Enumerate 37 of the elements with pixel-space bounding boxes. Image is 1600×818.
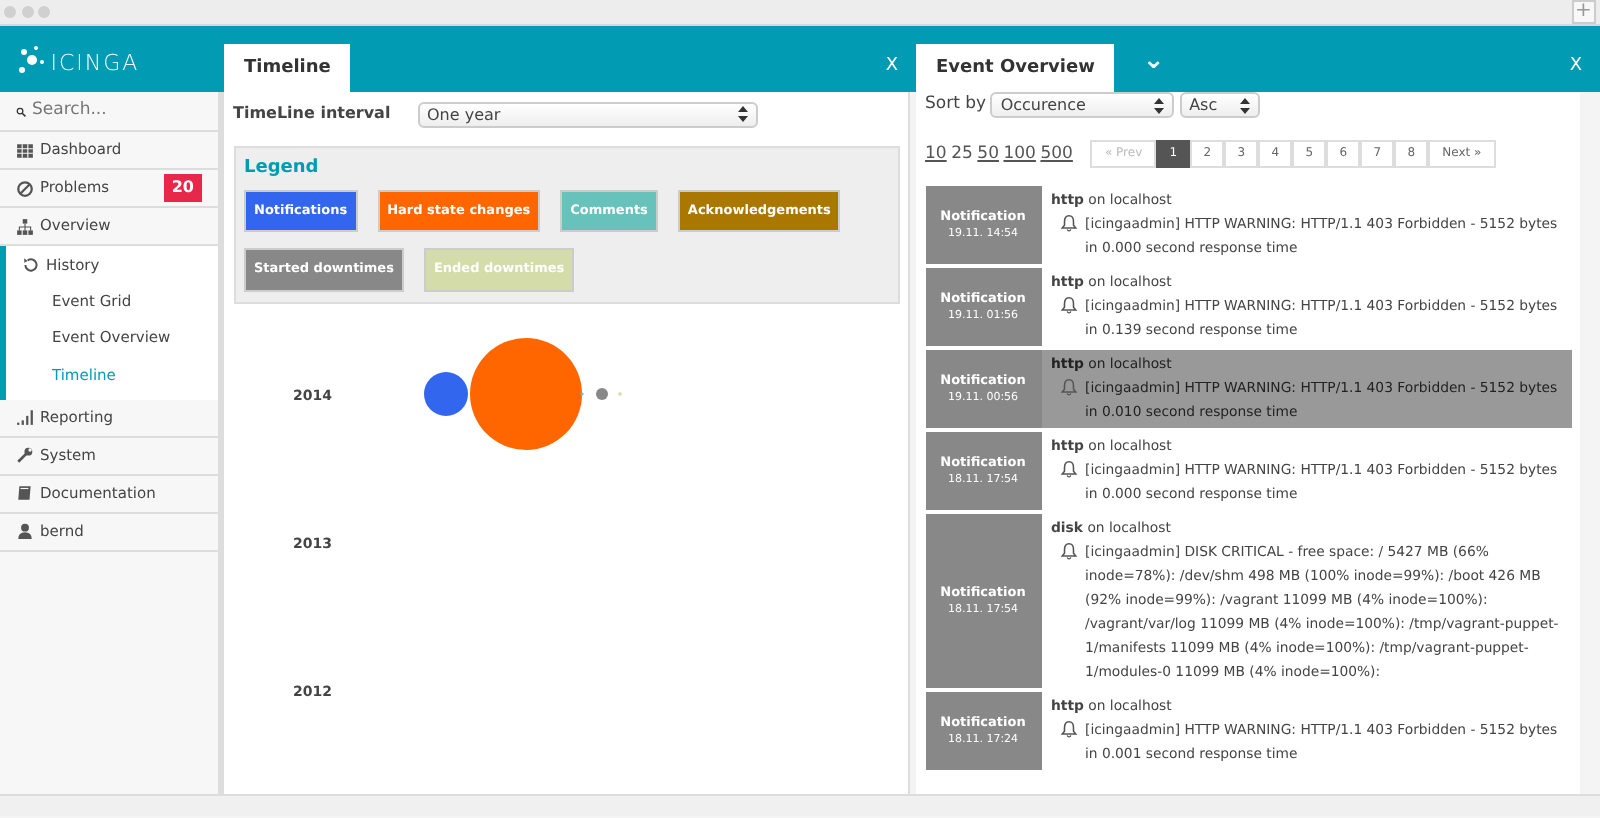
tab[interactable]: Timeline <box>224 44 351 92</box>
book-icon <box>16 484 34 503</box>
history-icon <box>22 256 40 274</box>
grid-icon <box>16 141 34 159</box>
bell-icon <box>1059 720 1077 738</box>
stepper-icon <box>1239 97 1250 113</box>
wrench-icon <box>16 446 34 465</box>
logo-icon <box>18 43 46 75</box>
count-badge: 20 <box>163 174 202 202</box>
page-size-link[interactable]: 50 <box>977 141 999 167</box>
page-size-link[interactable]: 25 <box>951 141 973 167</box>
logo-text: icinga <box>50 37 140 81</box>
stepper-icon <box>737 106 747 122</box>
bell-icon <box>1059 296 1077 314</box>
user-icon <box>16 522 34 541</box>
page-size-link[interactable]: 10 <box>925 141 947 167</box>
window-control-dot[interactable] <box>21 6 33 18</box>
field-label: TimeLine interval <box>233 102 393 126</box>
sitemap-icon <box>16 217 34 235</box>
search-field[interactable]: Search... <box>32 98 202 124</box>
bell-icon <box>1059 542 1077 560</box>
legend-title: Legend <box>244 156 321 182</box>
interval-select[interactable]: One year <box>417 101 757 127</box>
field-label: Sort by <box>925 92 987 118</box>
tab[interactable]: Event Overview <box>916 44 1115 92</box>
bell-icon <box>1059 378 1077 396</box>
order-select[interactable]: Asc <box>1179 92 1260 118</box>
sort-select[interactable]: Occurence <box>990 92 1175 118</box>
page-size-link[interactable]: 100 <box>1003 141 1036 167</box>
window-control-dot[interactable] <box>37 6 50 18</box>
ban-icon <box>16 179 34 197</box>
stepper-icon <box>1154 97 1165 113</box>
bell-icon <box>1059 460 1077 478</box>
page-size-link[interactable]: 500 <box>1040 141 1073 167</box>
bell-icon <box>1059 214 1077 232</box>
window-control-dot[interactable] <box>4 6 17 18</box>
bar-chart-icon <box>16 408 34 427</box>
